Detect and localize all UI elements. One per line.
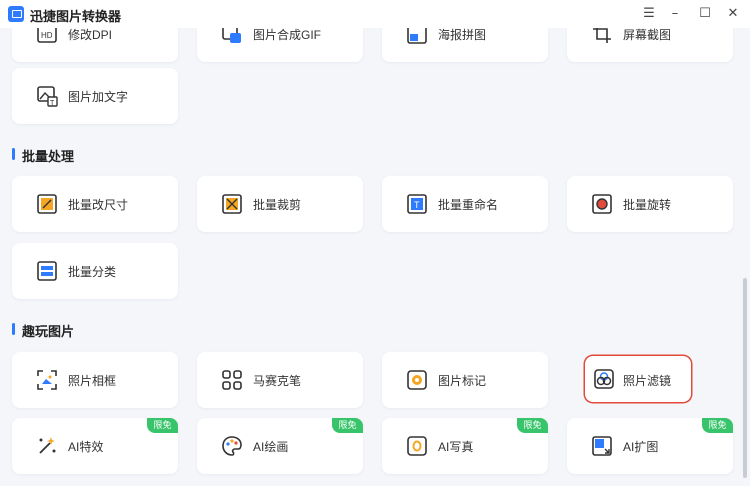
card-batch-resize[interactable]: 批量改尺寸: [12, 176, 178, 232]
hd-icon: HD: [37, 28, 57, 43]
free-badge: 限免: [332, 418, 363, 433]
collage-icon: [407, 28, 427, 44]
section-title-fun: 趣玩图片: [12, 321, 74, 340]
rename-icon: T: [407, 194, 427, 214]
app-title: 迅捷图片转换器: [30, 9, 122, 24]
card-modify-dpi[interactable]: HD 修改DPI: [12, 28, 178, 62]
card-label: AI扩图: [623, 440, 659, 454]
section-title-batch: 批量处理: [12, 146, 74, 165]
portrait-icon: [407, 436, 427, 456]
card-label: 马赛克笔: [253, 374, 302, 388]
palette-icon: [222, 436, 242, 456]
card-label: 批量分类: [68, 265, 117, 279]
card-batch-rename[interactable]: T 批量重命名: [382, 176, 548, 232]
card-label: 批量改尺寸: [68, 198, 129, 212]
card-label: 照片滤镜: [623, 374, 672, 388]
card-batch-rotate[interactable]: 批量旋转: [567, 176, 733, 232]
card-label: 批量重命名: [438, 198, 499, 212]
filter-icon: [594, 369, 614, 389]
card-image-mark[interactable]: 图片标记: [382, 352, 548, 408]
vertical-scrollbar[interactable]: [740, 28, 750, 486]
card-ai-portrait[interactable]: 限免 AI写真: [382, 418, 548, 474]
card-label: AI写真: [438, 440, 474, 454]
card-label: 海报拼图: [438, 28, 487, 42]
close-button[interactable]: ✕: [722, 4, 744, 24]
expand-icon: [592, 436, 612, 456]
free-badge: 限免: [702, 418, 733, 433]
crop-icon: [222, 194, 242, 214]
card-ai-expand[interactable]: 限免 AI扩图: [567, 418, 733, 474]
mosaic-icon: [222, 370, 242, 390]
card-photo-filter[interactable]: 照片滤镜: [585, 356, 691, 402]
svg-text:T: T: [414, 200, 420, 210]
card-label: 图片标记: [438, 374, 487, 388]
card-label: AI绘画: [253, 440, 289, 454]
card-ai-effect[interactable]: 限免 AI特效: [12, 418, 178, 474]
classify-icon: [37, 261, 57, 281]
add-text-icon: T: [37, 86, 58, 107]
app-logo-icon: [8, 6, 24, 22]
card-mosaic-pen[interactable]: 马赛克笔: [197, 352, 363, 408]
card-batch-classify[interactable]: 批量分类: [12, 243, 178, 299]
rotate-icon: [592, 194, 612, 214]
card-label: 屏幕截图: [623, 28, 672, 42]
main-content: HD 修改DPI 图片合成GIF 海报拼图 屏幕截图 T 图片加文字 批量处理 …: [0, 28, 740, 486]
mark-icon: [407, 370, 427, 390]
card-gif-compose[interactable]: 图片合成GIF: [197, 28, 363, 62]
frame-icon: [37, 370, 57, 390]
free-badge: 限免: [517, 418, 548, 433]
card-add-text[interactable]: T 图片加文字: [12, 68, 178, 124]
gif-compose-icon: [222, 28, 241, 43]
minimize-button[interactable]: –: [664, 4, 686, 24]
maximize-button[interactable]: ☐: [694, 4, 716, 24]
card-label: 修改DPI: [68, 28, 113, 42]
scrollbar-thumb[interactable]: [743, 278, 747, 478]
card-label: 批量旋转: [623, 198, 672, 212]
svg-text:HD: HD: [41, 31, 53, 40]
card-label: 照片相框: [68, 374, 117, 388]
menu-icon[interactable]: ☰: [638, 4, 660, 24]
title-bar: 迅捷图片转换器 ☰ – ☐ ✕: [0, 0, 750, 28]
ai-effect-icon: [39, 437, 56, 454]
svg-text:T: T: [50, 100, 55, 107]
card-label: 图片合成GIF: [253, 28, 321, 42]
card-screenshot[interactable]: 屏幕截图: [567, 28, 733, 62]
free-badge: 限免: [147, 418, 178, 433]
card-label: 批量裁剪: [253, 198, 302, 212]
resize-icon: [37, 194, 57, 214]
card-photo-frame[interactable]: 照片相框: [12, 352, 178, 408]
card-ai-painting[interactable]: 限免 AI绘画: [197, 418, 363, 474]
screenshot-icon: [593, 28, 611, 43]
card-label: 图片加文字: [68, 90, 129, 104]
card-batch-crop[interactable]: 批量裁剪: [197, 176, 363, 232]
card-poster-collage[interactable]: 海报拼图: [382, 28, 548, 62]
card-label: AI特效: [68, 440, 104, 454]
